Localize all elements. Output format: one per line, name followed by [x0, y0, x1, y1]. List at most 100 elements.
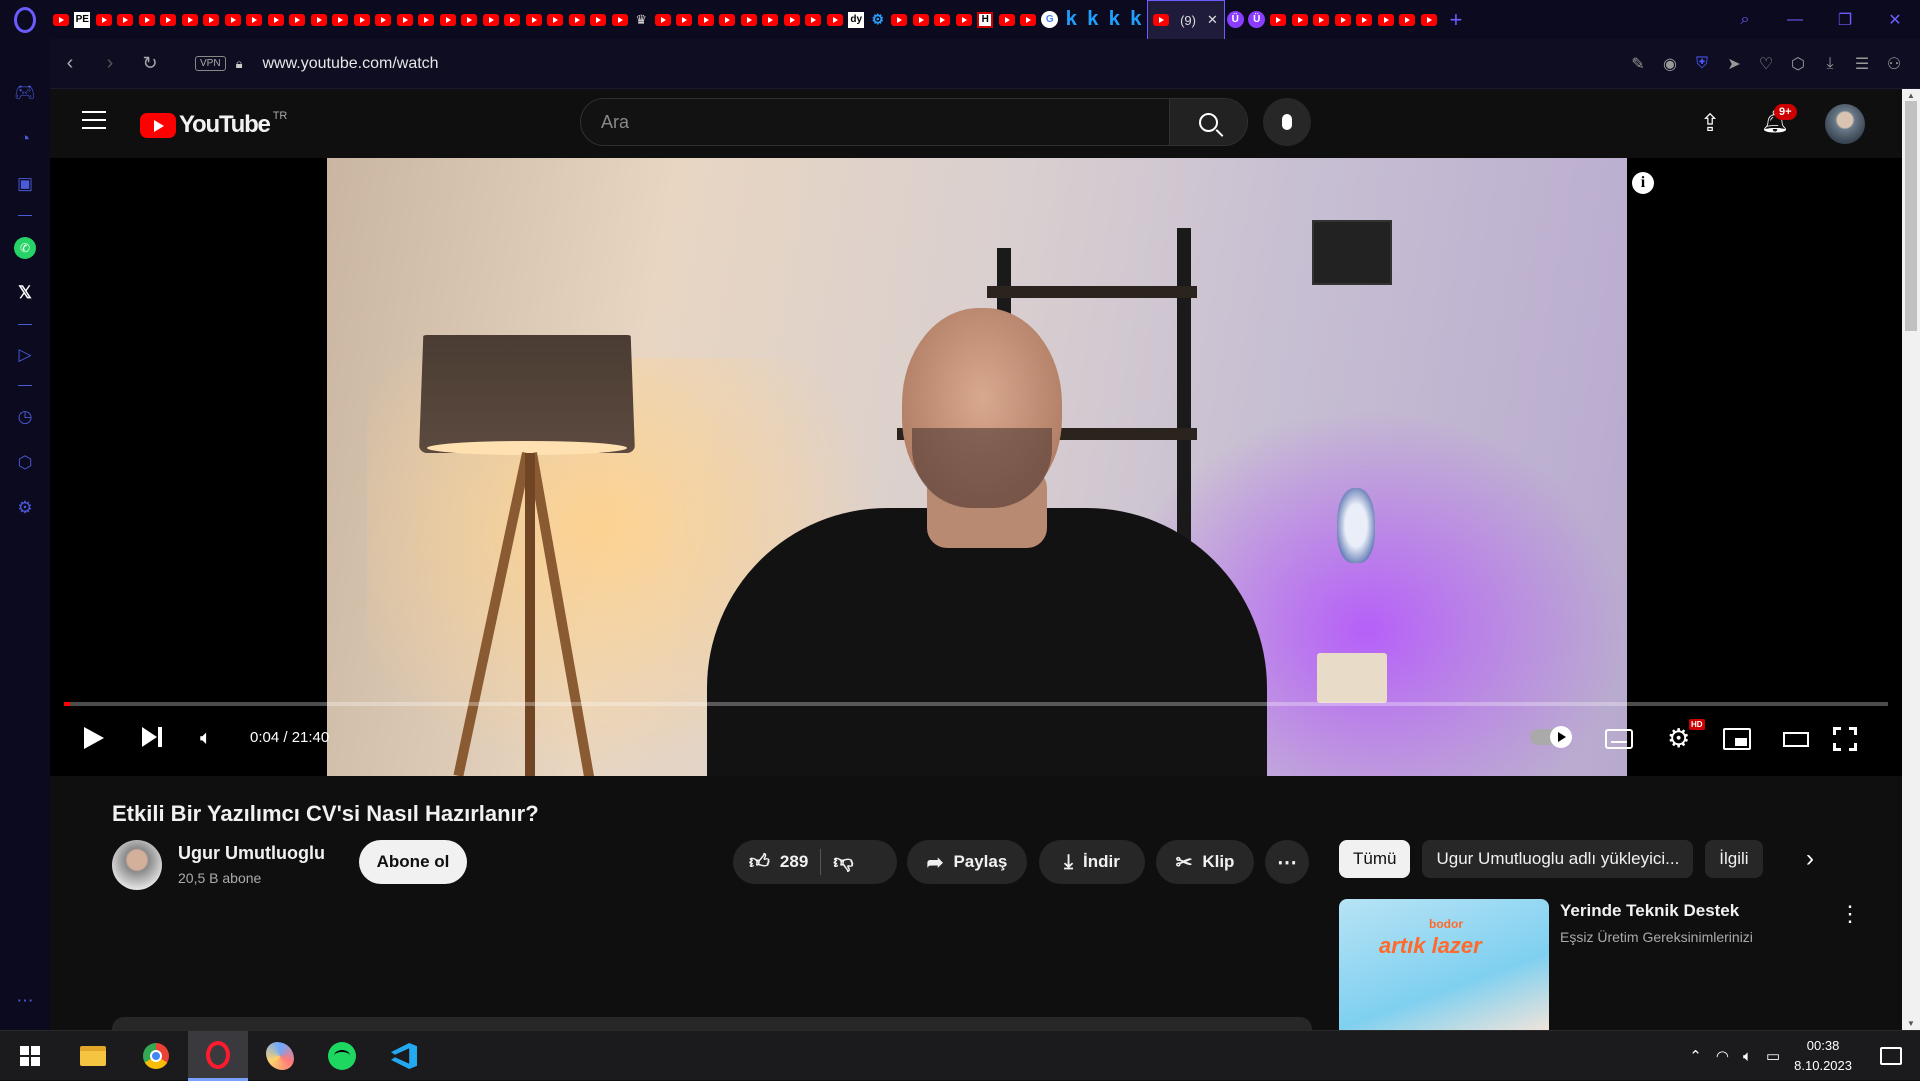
tab-youtube[interactable] [459, 0, 481, 39]
minimize-button[interactable]: — [1770, 11, 1820, 29]
tab-youtube[interactable] [824, 0, 846, 39]
tab-pe[interactable]: PE [72, 0, 94, 39]
tab-youtube[interactable] [910, 0, 932, 39]
tab-youtube[interactable] [1018, 0, 1040, 39]
tab-youtube[interactable] [996, 0, 1018, 39]
upload-icon[interactable]: ⇪ [1700, 109, 1720, 138]
settings-gear-icon[interactable]: ⚙ [1667, 723, 1690, 754]
tab-youtube[interactable] [523, 0, 545, 39]
progress-bar[interactable] [64, 702, 1888, 706]
scrollbar-thumb[interactable] [1905, 101, 1917, 331]
tab-crown[interactable]: ♛ [631, 0, 653, 39]
start-button[interactable] [0, 1031, 60, 1081]
tab-youtube[interactable] [308, 0, 330, 39]
tab-youtube[interactable] [545, 0, 567, 39]
gamepad-icon[interactable]: 🎮︎ [13, 81, 37, 105]
description-box[interactable] [112, 1017, 1312, 1030]
player-icon[interactable]: ▷ [13, 343, 37, 367]
tab-youtube[interactable] [330, 0, 352, 39]
wifi-icon[interactable]: ◠ [1716, 1047, 1729, 1065]
recommendation-title[interactable]: Yerinde Teknik Destek [1560, 901, 1739, 921]
tab-youtube[interactable] [416, 0, 438, 39]
taskbar-vscode[interactable] [374, 1031, 434, 1081]
youtube-logo[interactable]: YouTube TR [140, 110, 287, 139]
chip[interactable]: Ugur Umutluoglu adlı yükleyici... [1422, 840, 1694, 878]
theater-mode-icon[interactable] [1783, 732, 1809, 747]
tab-youtube[interactable] [50, 0, 72, 39]
tab-youtube[interactable] [179, 0, 201, 39]
easy-setup-icon[interactable]: ✎ [1622, 54, 1654, 74]
bookmark-heart-icon[interactable]: ♡ [1750, 54, 1782, 74]
tab-youtube[interactable] [738, 0, 760, 39]
search-button[interactable] [1169, 99, 1247, 145]
speaker-icon[interactable]: 🔈︎ [1743, 1048, 1752, 1065]
more-actions-button[interactable]: ⋯ [1265, 840, 1309, 884]
taskbar-file-explorer[interactable] [63, 1031, 123, 1081]
clip-button[interactable]: ✂ Klip [1156, 840, 1254, 884]
tab-gear[interactable]: ⚙ [867, 0, 889, 39]
whatsapp-icon[interactable]: ✆ [14, 237, 36, 259]
fullscreen-icon[interactable] [1833, 727, 1857, 751]
subscribe-button[interactable]: Abone ol [359, 840, 467, 884]
tab-youtube[interactable] [1418, 0, 1440, 39]
chips-next-arrow-icon[interactable]: › [1806, 845, 1814, 873]
shopping-bag-icon[interactable]: ▣ [13, 172, 37, 196]
thumbs-down-icon[interactable]: 👎︎ [833, 850, 853, 874]
extensions-cube-icon[interactable]: ⬡ [13, 451, 37, 475]
opera-menu-button[interactable] [0, 0, 50, 39]
tab-youtube[interactable] [889, 0, 911, 39]
tab-youtube[interactable] [222, 0, 244, 39]
tab-u[interactable]: Ü [1246, 0, 1268, 39]
recommendation-thumbnail[interactable]: bodor artık lazer [1339, 899, 1549, 1030]
hamburger-menu-icon[interactable] [82, 111, 106, 131]
like-count[interactable]: 289 [780, 852, 808, 872]
back-button[interactable]: ‹ [50, 52, 90, 75]
restore-button[interactable]: ❐ [1820, 10, 1870, 30]
account-avatar[interactable] [1825, 104, 1865, 144]
tab-youtube[interactable] [760, 0, 782, 39]
tab-youtube[interactable] [93, 0, 115, 39]
tab-youtube[interactable] [717, 0, 739, 39]
downloads-icon[interactable]: ⤓ [1814, 55, 1846, 73]
tab-youtube[interactable] [480, 0, 502, 39]
battery-icon[interactable]: ▭ [1766, 1047, 1780, 1065]
tab-youtube[interactable] [502, 0, 524, 39]
tab-youtube[interactable] [373, 0, 395, 39]
page-scrollbar[interactable]: ▲ ▼ [1902, 89, 1920, 1030]
tab-youtube[interactable] [674, 0, 696, 39]
tab-youtube[interactable] [652, 0, 674, 39]
profile-icon[interactable]: ⚇ [1878, 54, 1910, 74]
close-window-button[interactable]: ✕ [1870, 10, 1920, 30]
forward-button[interactable]: › [90, 52, 130, 75]
tab-youtube[interactable] [953, 0, 975, 39]
tab-youtube[interactable] [566, 0, 588, 39]
taskbar-spotify[interactable] [312, 1031, 372, 1081]
taskbar-chrome[interactable] [126, 1031, 186, 1081]
channel-name[interactable]: Ugur Umutluoglu [178, 843, 325, 864]
tab-youtube[interactable] [803, 0, 825, 39]
tab-youtube[interactable] [1311, 0, 1333, 39]
tab-search-icon[interactable]: ⌕ [1720, 11, 1770, 29]
tab-youtube[interactable] [1289, 0, 1311, 39]
send-icon[interactable]: ➤ [1718, 54, 1750, 74]
tab-youtube[interactable] [201, 0, 223, 39]
thumbs-up-icon[interactable]: 👍︎ [749, 850, 770, 874]
tab-google[interactable]: G [1039, 0, 1061, 39]
scroll-up-arrow-icon[interactable]: ▲ [1907, 91, 1915, 100]
close-tab-icon[interactable]: ✕ [1207, 12, 1218, 28]
tab-k[interactable]: k [1082, 0, 1104, 39]
tab-youtube[interactable] [781, 0, 803, 39]
tab-youtube[interactable] [287, 0, 309, 39]
tab-youtube[interactable] [1332, 0, 1354, 39]
download-button[interactable]: ⤓ İndir [1039, 840, 1145, 884]
tab-youtube[interactable] [588, 0, 610, 39]
info-icon[interactable]: i [1632, 172, 1654, 194]
easy-setup-sliders-icon[interactable]: ☰ [1846, 54, 1878, 74]
tab-youtube[interactable] [1375, 0, 1397, 39]
tab-u[interactable]: Ü [1225, 0, 1247, 39]
history-icon[interactable]: ◷ [13, 405, 37, 429]
tab-active-youtube[interactable]: (9) ✕ [1146, 0, 1225, 39]
video-player[interactable]: i 🔈︎ 0:04 / 21:40 ⚙ HD [50, 158, 1902, 776]
tab-youtube[interactable] [609, 0, 631, 39]
channel-avatar[interactable] [112, 840, 162, 890]
